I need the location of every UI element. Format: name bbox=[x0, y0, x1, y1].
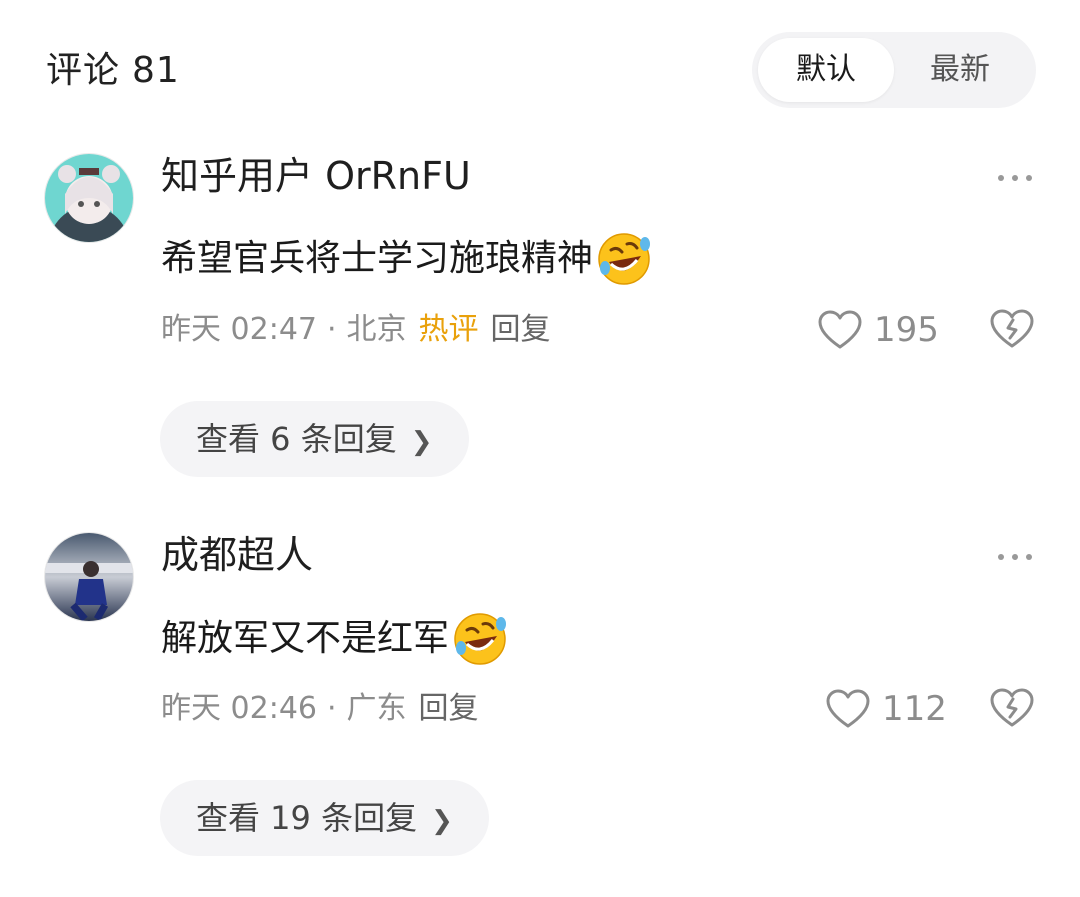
chevron-right-icon: ❯ bbox=[410, 427, 433, 457]
comment-location: 广东 bbox=[346, 691, 407, 726]
view-replies-button[interactable]: 查看 19 条回复 ❯ bbox=[160, 780, 489, 856]
like-count: 112 bbox=[882, 689, 947, 729]
view-replies-label: 查看 19 条回复 bbox=[196, 799, 418, 837]
comment-author[interactable]: 成都超人 bbox=[161, 530, 313, 580]
broken-heart-icon[interactable] bbox=[990, 687, 1034, 729]
avatar[interactable] bbox=[44, 153, 134, 243]
comment-author[interactable]: 知乎用户 OrRnFU bbox=[161, 151, 471, 201]
like-button[interactable]: 112 bbox=[826, 687, 947, 731]
reply-button[interactable]: 回复 bbox=[491, 312, 551, 347]
heart-outline-icon bbox=[818, 310, 862, 349]
like-button[interactable]: 195 bbox=[818, 308, 939, 352]
meta-separator: · bbox=[327, 312, 337, 347]
comment-time: 昨天 02:46 bbox=[161, 691, 317, 726]
more-dots-icon[interactable] bbox=[996, 547, 1034, 567]
sort-toggle: 默认 最新 bbox=[752, 32, 1036, 108]
comment-location: 北京 bbox=[346, 312, 407, 347]
sort-default-button[interactable]: 默认 bbox=[758, 38, 894, 102]
comment-meta: 昨天 02:46 · 广东 回复 bbox=[161, 689, 479, 729]
comment-text: 希望官兵将士学习施琅精神 bbox=[161, 230, 653, 288]
view-replies-label: 查看 6 条回复 bbox=[196, 420, 397, 458]
heart-outline-icon bbox=[826, 689, 870, 728]
comment-text: 解放军又不是红军 bbox=[161, 610, 509, 668]
comment-text-body: 解放军又不是红军 bbox=[161, 618, 450, 659]
comments-header: 评论 81 bbox=[46, 48, 180, 94]
comment-time: 昨天 02:47 bbox=[161, 312, 317, 347]
comments-count: 81 bbox=[132, 50, 180, 91]
comments-title: 评论 bbox=[46, 50, 121, 91]
rolling-on-floor-laughing-emoji bbox=[598, 233, 651, 285]
broken-heart-icon[interactable] bbox=[990, 308, 1034, 350]
more-dots-icon[interactable] bbox=[996, 168, 1034, 188]
rolling-on-floor-laughing-emoji bbox=[454, 613, 507, 665]
avatar[interactable] bbox=[44, 532, 134, 622]
sort-latest-button[interactable]: 最新 bbox=[892, 38, 1028, 102]
comment-text-body: 希望官兵将士学习施琅精神 bbox=[161, 238, 594, 279]
hot-comment-badge: 热评 bbox=[418, 312, 479, 347]
like-count: 195 bbox=[874, 310, 939, 350]
view-replies-button[interactable]: 查看 6 条回复 ❯ bbox=[160, 401, 469, 477]
meta-separator: · bbox=[327, 691, 337, 726]
comment-meta: 昨天 02:47 · 北京 热评 回复 bbox=[161, 310, 551, 350]
chevron-right-icon: ❯ bbox=[431, 806, 453, 836]
reply-button[interactable]: 回复 bbox=[419, 691, 479, 726]
